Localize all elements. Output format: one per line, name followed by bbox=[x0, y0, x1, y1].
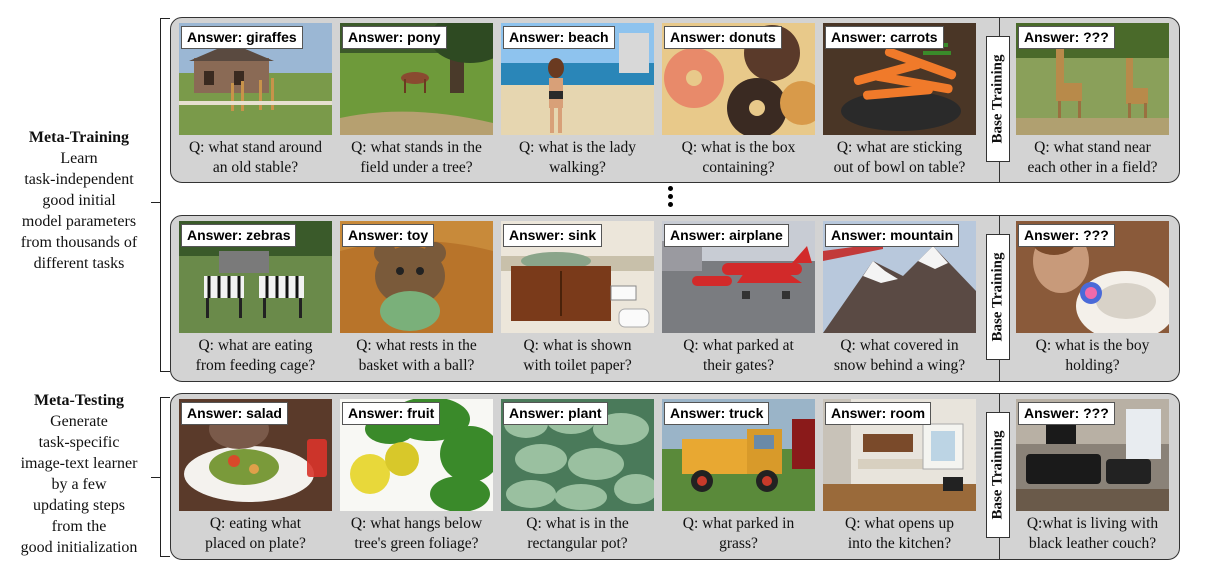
support-sample: Answer: salad Q: eating what placed on p… bbox=[179, 399, 332, 554]
sample-image: Answer: ??? bbox=[1016, 23, 1169, 135]
meta-testing-description: Generate task-specific image-text learne… bbox=[20, 413, 138, 556]
question-text: Q: what stands in the field under a tree… bbox=[351, 139, 482, 176]
meta-testing-bracket bbox=[151, 397, 170, 557]
sample-image: Answer: zebras bbox=[179, 221, 332, 333]
sample-image: Answer: mountain bbox=[823, 221, 976, 333]
question-text: Q: what are eating from feeding cage? bbox=[195, 337, 316, 374]
support-sample: Answer: sink Q: what is shown with toile… bbox=[501, 221, 654, 376]
support-sample: Answer: pony Q: what stands in the field… bbox=[340, 23, 493, 178]
question-text: Q: what stand around an old stable? bbox=[188, 139, 322, 176]
answer-label: Answer: ??? bbox=[1018, 26, 1115, 49]
question-text: Q: what are sticking out of bowl on tabl… bbox=[833, 139, 966, 176]
question-text: Q: what parked in grass? bbox=[682, 515, 795, 552]
answer-label: Answer: salad bbox=[181, 402, 288, 425]
meta-training-heading: Meta-Training bbox=[28, 129, 130, 146]
answer-label: Answer: plant bbox=[503, 402, 608, 425]
answer-label: Answer: sink bbox=[503, 224, 603, 247]
meta-training-bracket bbox=[151, 18, 170, 372]
sample-image: Answer: sink bbox=[501, 221, 654, 333]
answer-label: Answer: room bbox=[825, 402, 932, 425]
answer-label: Answer: pony bbox=[342, 26, 447, 49]
support-sample: Answer: carrots Q: what are sticking out… bbox=[823, 23, 976, 178]
query-sample: Answer: ??? Q:what is living with black … bbox=[1016, 399, 1169, 554]
answer-label: Answer: airplane bbox=[664, 224, 789, 247]
sample-image: Answer: room bbox=[823, 399, 976, 511]
query-sample: Answer: ??? Q: what stand near each othe… bbox=[1016, 23, 1169, 178]
base-training-box: Base Training bbox=[986, 412, 1010, 538]
meta-testing-heading: Meta-Testing bbox=[33, 392, 125, 409]
task-row-train-2: Answer: zebras Q: what are eating from f… bbox=[170, 215, 1180, 382]
task-row-train-1: Answer: giraffes Q: what stand around an… bbox=[170, 17, 1180, 183]
sample-image: Answer: toy bbox=[340, 221, 493, 333]
answer-label: Answer: fruit bbox=[342, 402, 441, 425]
base-training-label: Base Training bbox=[989, 54, 1006, 144]
answer-label: Answer: carrots bbox=[825, 26, 944, 49]
answer-label: Answer: giraffes bbox=[181, 26, 303, 49]
support-sample: Answer: truck Q: what parked in grass? bbox=[662, 399, 815, 554]
answer-label: Answer: donuts bbox=[664, 26, 782, 49]
question-text: Q: what covered in snow behind a wing? bbox=[833, 337, 966, 374]
answer-label: Answer: truck bbox=[664, 402, 770, 425]
base-training-box: Base Training bbox=[986, 36, 1010, 162]
task-row-test: Answer: salad Q: eating what placed on p… bbox=[170, 393, 1180, 560]
query-sample: Answer: ??? Q: what is the boy holding? bbox=[1016, 221, 1169, 376]
base-training-label: Base Training bbox=[989, 252, 1006, 342]
sample-image: Answer: carrots bbox=[823, 23, 976, 135]
ellipsis-dots bbox=[666, 186, 674, 210]
base-training-label: Base Training bbox=[989, 430, 1006, 520]
base-training-box: Base Training bbox=[986, 234, 1010, 360]
support-sample: Answer: fruit Q: what hangs below tree's… bbox=[340, 399, 493, 554]
sample-image: Answer: donuts bbox=[662, 23, 815, 135]
question-text: Q: what opens up into the kitchen? bbox=[845, 515, 954, 552]
answer-label: Answer: beach bbox=[503, 26, 615, 49]
question-text: Q: what is the lady walking? bbox=[518, 139, 637, 176]
meta-testing-label: Meta-Testing Generate task-specific imag… bbox=[0, 390, 158, 558]
question-text: Q:what is living with black leather couc… bbox=[1026, 515, 1159, 552]
sample-image: Answer: giraffes bbox=[179, 23, 332, 135]
sample-image: Answer: plant bbox=[501, 399, 654, 511]
support-sample: Answer: mountain Q: what covered in snow… bbox=[823, 221, 976, 376]
meta-training-label: Meta-Training Learn task-independent goo… bbox=[0, 127, 158, 274]
support-sample: Answer: giraffes Q: what stand around an… bbox=[179, 23, 332, 178]
answer-label: Answer: toy bbox=[342, 224, 435, 247]
sample-image: Answer: salad bbox=[179, 399, 332, 511]
answer-label: Answer: ??? bbox=[1018, 402, 1115, 425]
sample-image: Answer: ??? bbox=[1016, 399, 1169, 511]
question-text: Q: what parked at their gates? bbox=[683, 337, 794, 374]
support-sample: Answer: zebras Q: what are eating from f… bbox=[179, 221, 332, 376]
support-sample: Answer: donuts Q: what is the box contai… bbox=[662, 23, 815, 178]
support-sample: Answer: toy Q: what rests in the basket … bbox=[340, 221, 493, 376]
question-text: Q: what is shown with toilet paper? bbox=[523, 337, 632, 374]
support-sample: Answer: room Q: what opens up into the k… bbox=[823, 399, 976, 554]
sample-image: Answer: pony bbox=[340, 23, 493, 135]
question-text: Q: what hangs below tree's green foliage… bbox=[350, 515, 483, 552]
sample-image: Answer: ??? bbox=[1016, 221, 1169, 333]
sample-image: Answer: fruit bbox=[340, 399, 493, 511]
sample-image: Answer: airplane bbox=[662, 221, 815, 333]
question-text: Q: what is the box containing? bbox=[681, 139, 796, 176]
question-text: Q: what is the boy holding? bbox=[1035, 337, 1150, 374]
question-text: Q: what is in the rectangular pot? bbox=[526, 515, 629, 552]
meta-training-description: Learn task-independent good initial mode… bbox=[20, 150, 138, 272]
answer-label: Answer: zebras bbox=[181, 224, 297, 247]
question-text: Q: eating what placed on plate? bbox=[205, 515, 306, 552]
answer-label: Answer: ??? bbox=[1018, 224, 1115, 247]
support-sample: Answer: beach Q: what is the lady walkin… bbox=[501, 23, 654, 178]
support-sample: Answer: plant Q: what is in the rectangu… bbox=[501, 399, 654, 554]
sample-image: Answer: beach bbox=[501, 23, 654, 135]
question-text: Q: what stand near each other in a field… bbox=[1027, 139, 1158, 176]
question-text: Q: what rests in the basket with a ball? bbox=[356, 337, 477, 374]
answer-label: Answer: mountain bbox=[825, 224, 960, 247]
sample-image: Answer: truck bbox=[662, 399, 815, 511]
support-sample: Answer: airplane Q: what parked at their… bbox=[662, 221, 815, 376]
